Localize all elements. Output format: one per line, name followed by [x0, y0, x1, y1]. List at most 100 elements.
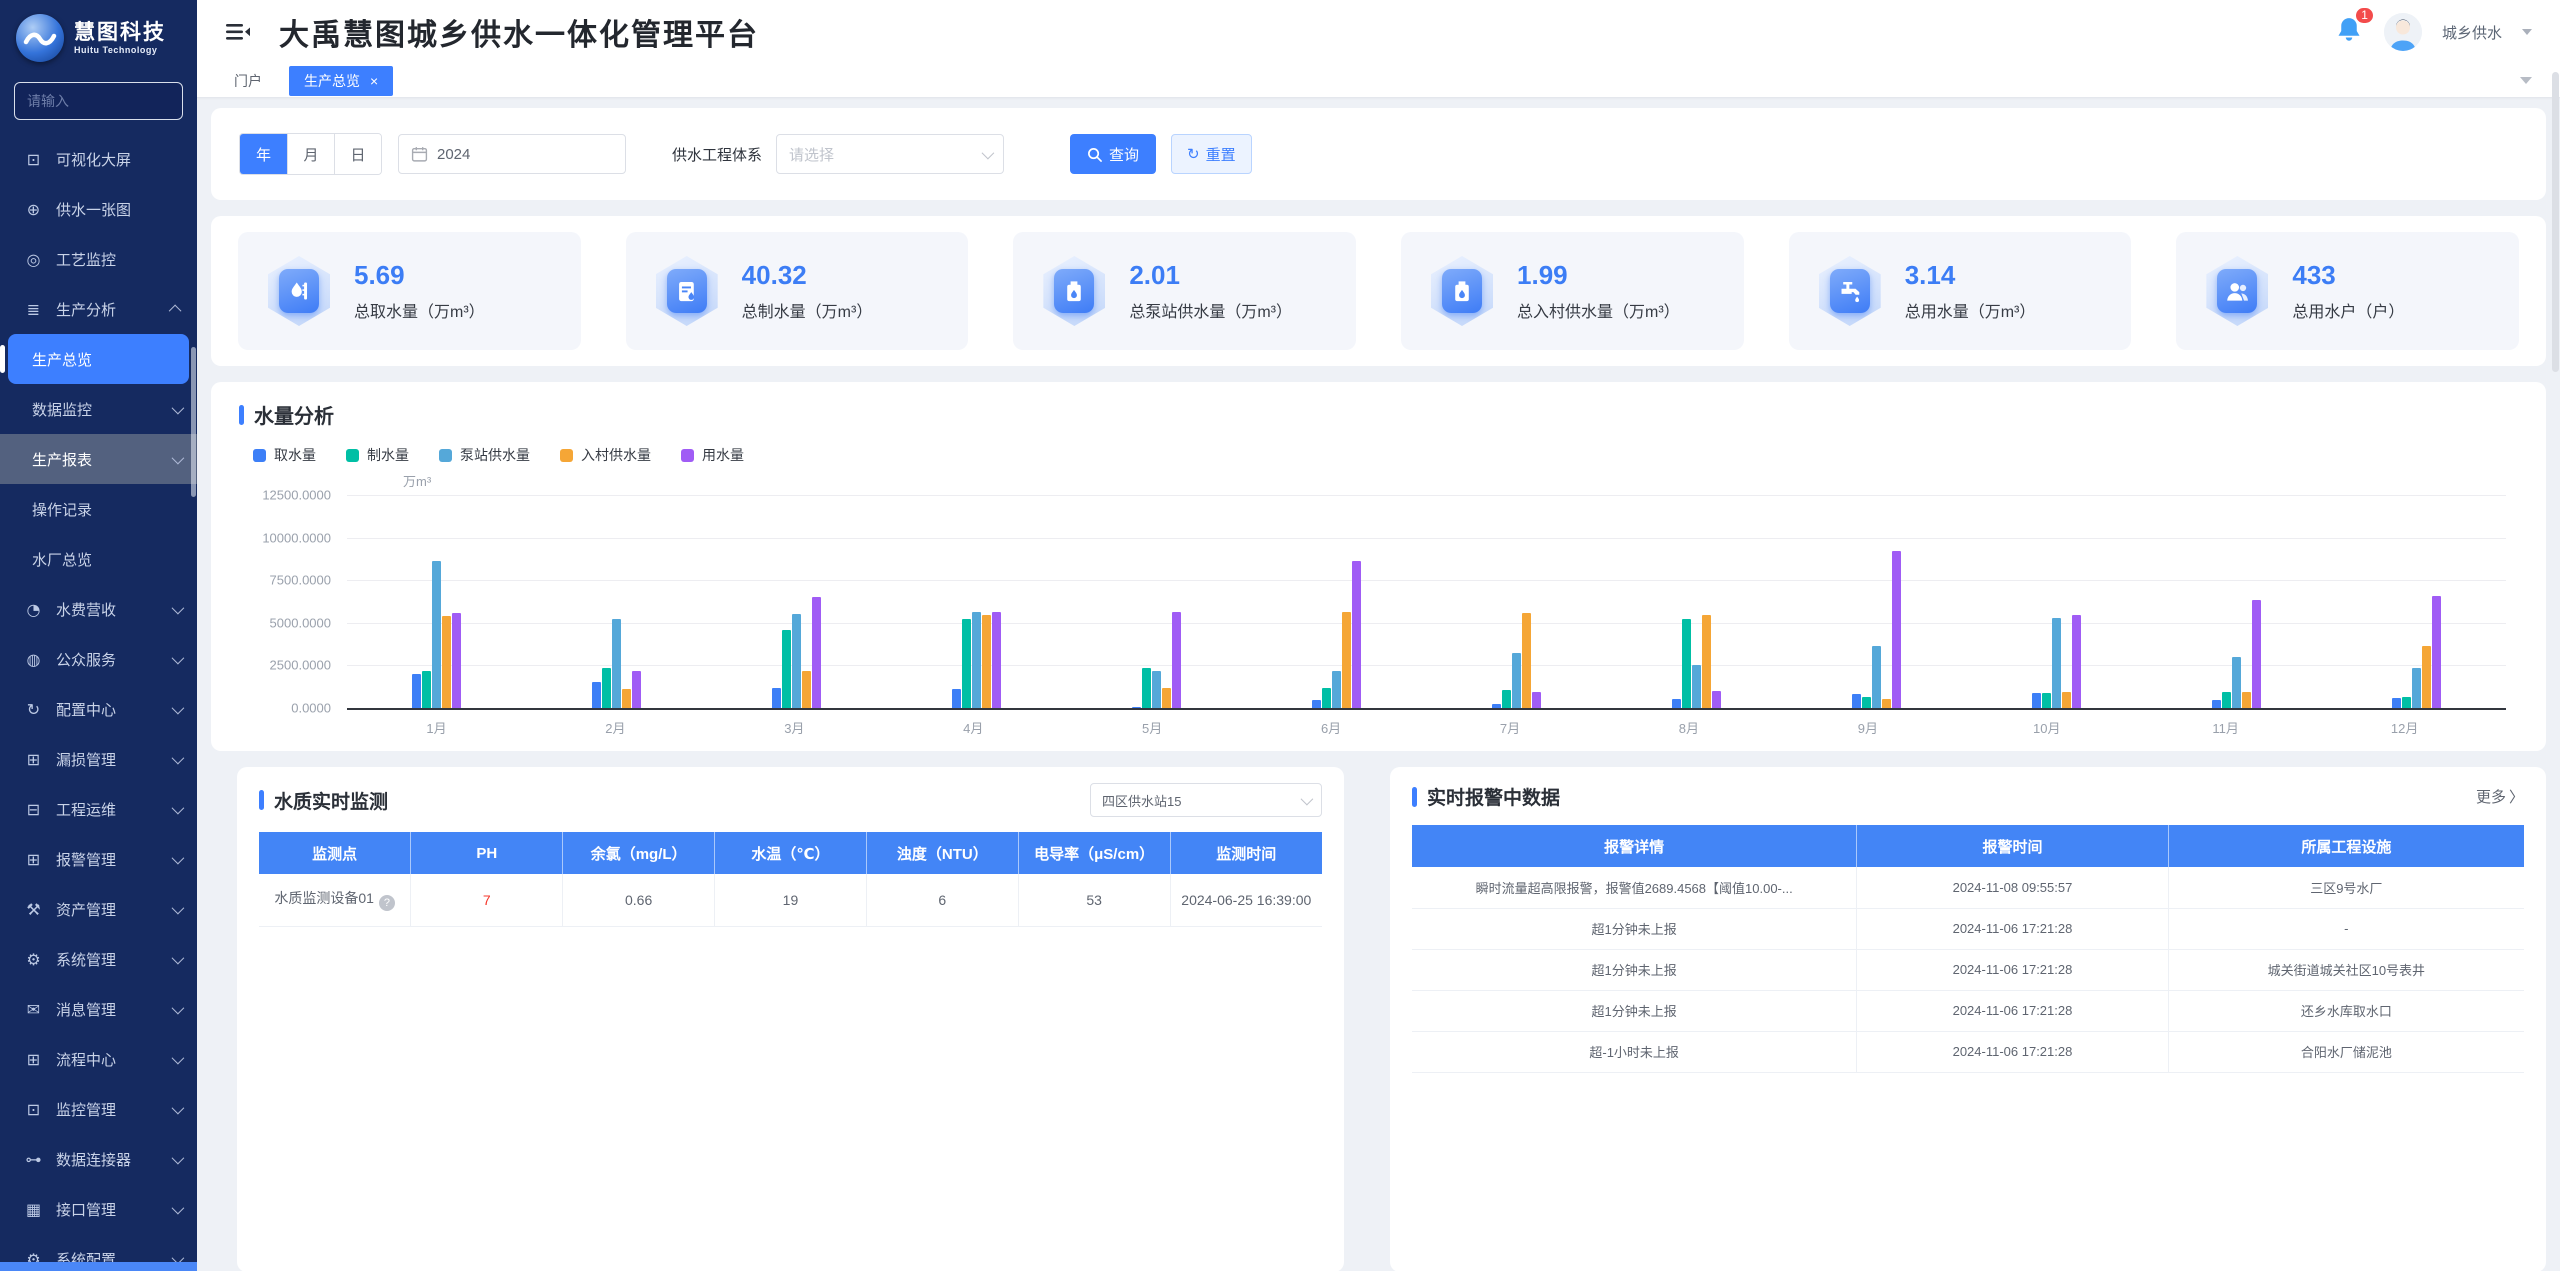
cell: 瞬时流量超高限报警，报警值2689.4568【阈值10.00-... [1412, 867, 1857, 908]
sidebar-item-public-service[interactable]: ◍公众服务 [0, 634, 197, 684]
sidebar-scrollbar[interactable] [191, 347, 196, 497]
bar-泵站供水量 [1872, 646, 1881, 708]
period-button-日[interactable]: 日 [334, 134, 381, 174]
tab-portal[interactable]: 门户 [219, 66, 277, 96]
filter-card: 年月日 2024 供水工程体系 请选择 查询 ↻ 重置 [211, 108, 2546, 200]
sidebar-item-asset-mgmt[interactable]: ⚒资产管理 [0, 884, 197, 934]
sidebar-item-api-mgmt[interactable]: ▦接口管理 [0, 1184, 197, 1234]
sidebar-item-monitoring-mgmt[interactable]: ⊡监控管理 [0, 1084, 197, 1134]
stat-text: 40.32总制水量（万m³） [742, 260, 873, 322]
bar-制水量 [422, 671, 431, 708]
cell: 53 [1018, 874, 1170, 926]
app-root: 慧图科技 Huitu Technology ⊡可视化大屏⊕供水一张图◎工艺监控≣… [0, 0, 2560, 1271]
close-icon[interactable]: × [370, 74, 378, 88]
bar-制水量 [962, 619, 971, 708]
bar-取水量 [1312, 700, 1321, 708]
bar-group-5月 [1067, 495, 1247, 708]
sidebar-item-production-analysis[interactable]: ≣生产分析 [0, 284, 197, 334]
message-mgmt-icon: ✉ [24, 1000, 43, 1019]
sidebar-item-system-mgmt[interactable]: ⚙系统管理 [0, 934, 197, 984]
bar-取水量 [772, 688, 781, 708]
cell: 还乡水库取水口 [2168, 990, 2524, 1031]
brand-subtitle: Huitu Technology [74, 45, 166, 55]
user-menu-caret-icon[interactable] [2522, 29, 2532, 40]
bar-制水量 [2042, 693, 2051, 708]
legend-item-泵站供水量[interactable]: 泵站供水量 [439, 445, 530, 465]
bar-泵站供水量 [432, 561, 441, 708]
bar-group-6月 [1247, 495, 1427, 708]
period-button-年[interactable]: 年 [240, 134, 287, 174]
sidebar-item-visual-screen[interactable]: ⊡可视化大屏 [0, 134, 197, 184]
sidebar-item-process-monitoring[interactable]: ◎工艺监控 [0, 234, 197, 284]
bar-用水量 [2432, 596, 2441, 708]
sidebar-item-workflow-center[interactable]: ⊞流程中心 [0, 1034, 197, 1084]
sidebar-subitem-label: 生产报表 [32, 449, 92, 470]
more-link[interactable]: 更多 〉 [2476, 786, 2524, 807]
legend-item-取水量[interactable]: 取水量 [253, 445, 316, 465]
workflow-icon: ⊞ [24, 1050, 43, 1069]
sidebar-item-config-center[interactable]: ↻配置中心 [0, 684, 197, 734]
stat-card: 2.01总泵站供水量（万m³） [1013, 232, 1356, 350]
sidebar-item-message-mgmt[interactable]: ✉消息管理 [0, 984, 197, 1034]
sidebar-item-water-fee[interactable]: ◔水费营收 [0, 584, 197, 634]
sidebar-item-data-connector[interactable]: ⊶数据连接器 [0, 1134, 197, 1184]
y-axis-tick: 12500.0000 [239, 488, 331, 503]
bar-用水量 [1352, 561, 1361, 708]
year-picker[interactable]: 2024 [398, 134, 626, 174]
sidebar-subitem-plant-overview[interactable]: 水厂总览 [0, 534, 197, 584]
tab-production-overview[interactable]: 生产总览× [289, 66, 393, 96]
process-monitor-icon: ◎ [24, 250, 43, 269]
chevron-down-icon [982, 146, 995, 159]
water-fee-icon: ◔ [24, 600, 43, 619]
bar-入村供水量 [802, 671, 811, 708]
column-header: 所属工程设施 [2168, 825, 2524, 867]
query-button[interactable]: 查询 [1070, 134, 1156, 174]
intake-water-icon [268, 256, 330, 326]
notification-bell-icon[interactable]: 1 [2334, 15, 2364, 50]
user-name[interactable]: 城乡供水 [2442, 22, 2502, 43]
sidebar-item-engineering-ops[interactable]: ⊟工程运维 [0, 784, 197, 834]
sidebar-item-alarm-mgmt[interactable]: ⊞报警管理 [0, 834, 197, 884]
sidebar-subitem-data-monitoring[interactable]: 数据监控 [0, 384, 197, 434]
column-header: 监测时间 [1170, 832, 1322, 874]
sidebar-item-label: 配置中心 [56, 699, 116, 720]
sidebar-item-label: 可视化大屏 [56, 149, 131, 170]
sidebar-subitem-production-overview[interactable]: 生产总览 [8, 334, 189, 384]
cell: 超1分钟未上报 [1412, 908, 1857, 949]
bar-用水量 [632, 671, 641, 708]
sidebar-subitem-operation-records[interactable]: 操作记录 [0, 484, 197, 534]
cell: 2024-11-06 17:21:28 [1857, 949, 2168, 990]
help-icon[interactable]: ? [379, 895, 395, 911]
sidebar-item-water-map[interactable]: ⊕供水一张图 [0, 184, 197, 234]
chevron-right-icon: 〉 [2509, 786, 2524, 807]
chevron-down-icon [172, 851, 185, 864]
period-segmented-control: 年月日 [239, 133, 382, 175]
legend-item-制水量[interactable]: 制水量 [346, 445, 409, 465]
bar-取水量 [1672, 699, 1681, 708]
avatar[interactable] [2384, 13, 2422, 51]
menu-collapse-icon[interactable] [225, 19, 251, 45]
bar-制水量 [2222, 692, 2231, 708]
reset-button[interactable]: ↻ 重置 [1171, 134, 1252, 174]
sidebar-subitem-production-reports[interactable]: 生产报表 [0, 434, 197, 484]
x-axis-label: 12月 [2315, 718, 2494, 737]
cell: 19 [715, 874, 867, 926]
page-scrollbar[interactable] [2552, 72, 2559, 372]
table-header-row: 报警详情报警时间所属工程设施 [1412, 825, 2524, 867]
legend-item-用水量[interactable]: 用水量 [681, 445, 744, 465]
legend-item-入村供水量[interactable]: 入村供水量 [560, 445, 651, 465]
period-button-月[interactable]: 月 [287, 134, 334, 174]
system-select[interactable]: 请选择 [776, 134, 1004, 174]
stat-label: 总制水量（万m³） [742, 298, 873, 322]
cell: 超1分钟未上报 [1412, 949, 1857, 990]
calendar-icon [411, 146, 428, 163]
legend-swatch [346, 449, 359, 462]
pump-supply-icon [1043, 256, 1105, 326]
brand-name: 慧图科技 [74, 21, 166, 44]
search-input[interactable] [14, 82, 183, 120]
title-marker [259, 790, 264, 810]
station-select[interactable]: 四区供水站15 [1090, 783, 1322, 817]
sidebar-item-leakage-mgmt[interactable]: ⊞漏损管理 [0, 734, 197, 784]
tab-options-caret-icon[interactable] [2520, 77, 2532, 90]
bar-制水量 [1682, 619, 1691, 708]
